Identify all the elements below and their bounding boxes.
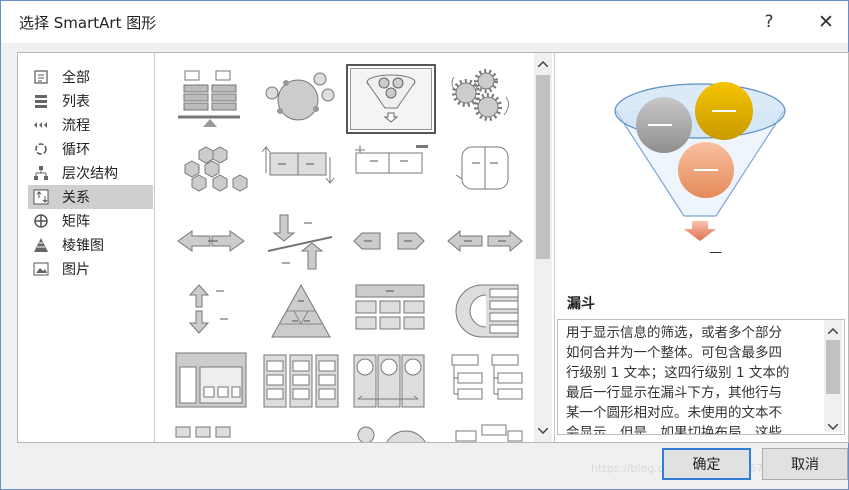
layout-balance[interactable]: [168, 67, 254, 133]
layout-opposing-arrows[interactable]: [346, 211, 432, 277]
category-hierarchy[interactable]: 层次结构: [28, 161, 153, 185]
description-line: 用于显示信息的筛选，或者多个部分: [566, 325, 782, 341]
description-line: 如何合并为一个整体。可包含最多四: [566, 345, 782, 361]
process-icon: [32, 116, 50, 134]
category-process[interactable]: 流程: [28, 113, 153, 137]
scroll-thumb[interactable]: [536, 75, 550, 259]
layout-table-list[interactable]: [346, 281, 432, 347]
layout-funnel[interactable]: [346, 64, 436, 134]
scroll-down-arrow-icon[interactable]: [827, 418, 839, 434]
scroll-up-arrow-icon[interactable]: [827, 322, 839, 338]
hierarchy-icon: [32, 164, 50, 182]
layout-hierarchy-list[interactable]: [442, 351, 528, 417]
matrix-icon: [32, 212, 50, 230]
list-icon: [32, 92, 50, 110]
help-button[interactable]: ?: [754, 7, 784, 37]
category-picture[interactable]: 图片: [28, 257, 153, 281]
scroll-up-arrow-icon[interactable]: [534, 55, 552, 73]
category-label: 矩阵: [62, 214, 90, 230]
layout-opposing-ideas[interactable]: [442, 139, 528, 205]
category-pyramid[interactable]: 棱锥图: [28, 233, 153, 257]
gallery-scrollbar[interactable]: [534, 53, 552, 442]
category-label: 列表: [62, 94, 90, 110]
layout-circle-relationship[interactable]: [258, 67, 344, 133]
dialog-content: 全部 列表 流程 循环 层次结构 关系 矩阵 棱锥图 图片 — 漏斗 用于显示信…: [17, 52, 849, 443]
dialog-title: 选择 SmartArt 图形: [19, 14, 157, 32]
scroll-thumb[interactable]: [826, 340, 840, 394]
picture-icon: [32, 260, 50, 278]
ok-button[interactable]: 确定: [662, 448, 751, 480]
relationship-icon: [32, 188, 50, 206]
description-line: 某一个圆形相对应。未使用的文本不: [566, 405, 782, 421]
description-title: 漏斗: [567, 296, 595, 312]
category-list: 全部 列表 流程 循环 层次结构 关系 矩阵 棱锥图 图片: [18, 53, 155, 442]
category-label: 图片: [62, 262, 90, 278]
preview-caption: —: [709, 245, 722, 260]
layout-partial-3[interactable]: [442, 423, 528, 442]
smartart-dialog: 选择 SmartArt 图形 ? ✕ 全部 列表 流程 循环 层次结构 关系 矩…: [0, 0, 849, 490]
layout-arrow-ribbon[interactable]: [258, 139, 344, 205]
layout-vertical-list[interactable]: [258, 351, 344, 417]
category-label: 层次结构: [62, 166, 118, 182]
description-line: 最后一行显示在漏斗下方，其他行与: [566, 385, 782, 401]
category-label: 循环: [62, 142, 90, 158]
description-box: 用于显示信息的筛选，或者多个部分 如何合并为一个整体。可包含最多四 行级别 1 …: [557, 319, 845, 435]
layout-gallery: [154, 53, 555, 442]
category-cycle[interactable]: 循环: [28, 137, 153, 161]
layout-plus-minus-arrows[interactable]: [258, 211, 344, 277]
all-icon: [32, 68, 50, 86]
close-button[interactable]: ✕: [811, 7, 841, 37]
layout-diverging-arrows[interactable]: [442, 211, 528, 277]
cancel-button[interactable]: 取消: [762, 448, 848, 480]
layout-converging-arrows[interactable]: [168, 211, 254, 277]
description-text: 用于显示信息的筛选，或者多个部分 如何合并为一个整体。可包含最多四 行级别 1 …: [566, 323, 818, 435]
layout-partial-2[interactable]: [346, 423, 432, 442]
category-list-item[interactable]: 列表: [28, 89, 153, 113]
category-label: 关系: [62, 190, 90, 206]
layout-arrow-up-down[interactable]: [168, 281, 254, 347]
preview-pane: — 漏斗 用于显示信息的筛选，或者多个部分 如何合并为一个整体。可包含最多四 行…: [554, 53, 848, 442]
scroll-down-arrow-icon[interactable]: [534, 422, 552, 440]
cycle-icon: [32, 140, 50, 158]
category-label: 全部: [62, 70, 90, 86]
description-line: 行级别 1 文本；这四行级别 1 文本的: [566, 365, 790, 381]
layout-partial-1[interactable]: [168, 423, 254, 442]
funnel-preview-image: [614, 82, 786, 241]
layout-nested-target[interactable]: [442, 281, 528, 347]
category-relationship[interactable]: 关系: [28, 185, 153, 209]
pyramid-icon: [32, 236, 50, 254]
description-line: 会显示，但是，如果切换布局，这些: [566, 425, 782, 435]
layout-gears[interactable]: [442, 67, 528, 133]
layout-segmented-pyramid[interactable]: [258, 281, 344, 347]
category-all[interactable]: 全部: [28, 65, 153, 89]
description-scrollbar[interactable]: [824, 320, 842, 432]
layout-counterbalance-arrows[interactable]: [346, 139, 432, 205]
layout-circle-columns[interactable]: [346, 351, 432, 417]
category-label: 棱锥图: [62, 238, 104, 254]
layout-hexagon-cluster[interactable]: [168, 139, 254, 205]
layout-tabbed-list[interactable]: [168, 351, 254, 417]
title-bar: 选择 SmartArt 图形 ? ✕: [1, 1, 848, 43]
category-matrix[interactable]: 矩阵: [28, 209, 153, 233]
category-label: 流程: [62, 118, 90, 134]
